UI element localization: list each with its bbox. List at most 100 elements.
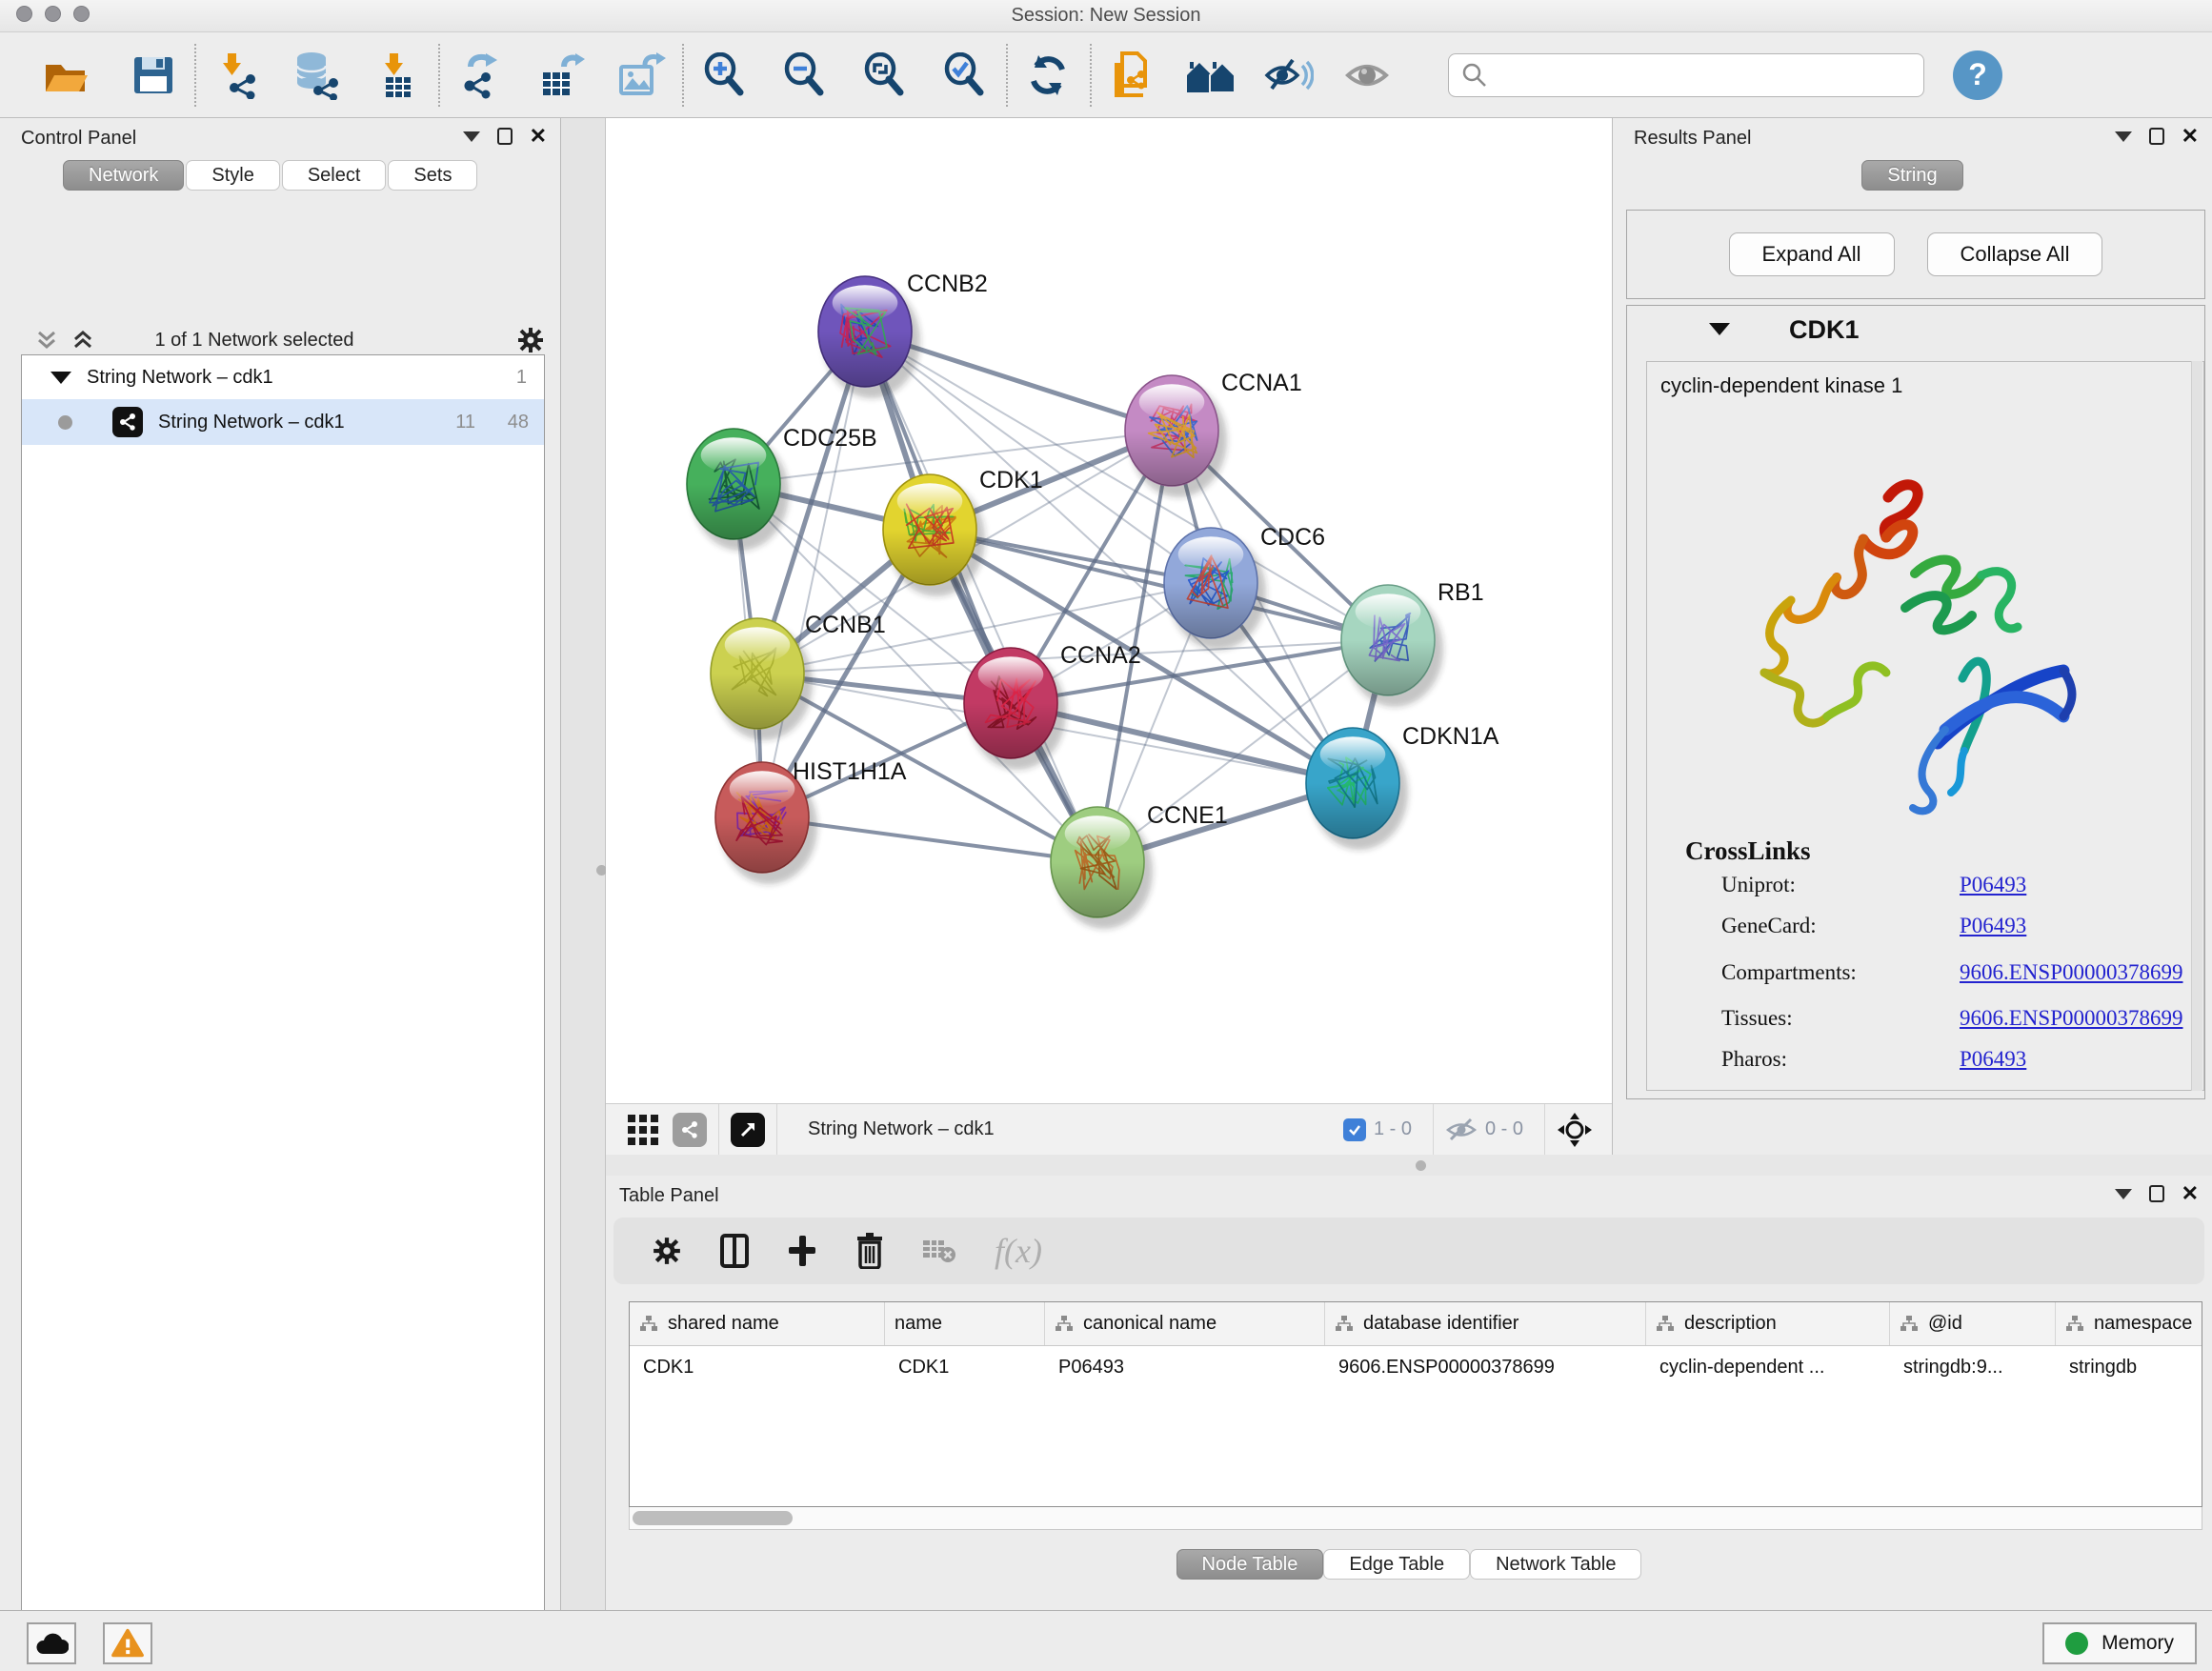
- gear-icon[interactable]: [516, 326, 545, 354]
- network-overview-icon[interactable]: [673, 1113, 707, 1147]
- column-header-description[interactable]: description: [1646, 1302, 1890, 1345]
- pan-crosshair-icon[interactable]: [1557, 1112, 1593, 1148]
- column-header-id[interactable]: @id: [1890, 1302, 2056, 1345]
- show-all-button[interactable]: [1339, 48, 1395, 103]
- network-node-CCNB1[interactable]: CCNB1: [711, 612, 886, 740]
- crosslink-value-link[interactable]: 9606.ENSP00000378699: [1960, 1006, 2183, 1031]
- network-node-CCNE1[interactable]: CCNE1: [1051, 802, 1228, 929]
- show-columns-icon[interactable]: [720, 1234, 749, 1268]
- tab-edge-table[interactable]: Edge Table: [1323, 1549, 1470, 1580]
- crosslink-value-link[interactable]: P06493: [1960, 873, 2026, 897]
- string-settings-button[interactable]: [1183, 48, 1238, 103]
- tab-string[interactable]: String: [1861, 160, 1962, 191]
- protein-section-header[interactable]: CDK1: [1627, 306, 2204, 355]
- column-header-namespace[interactable]: namespace: [2056, 1302, 2202, 1345]
- delete-column-trash-icon[interactable]: [855, 1233, 884, 1269]
- table-cell[interactable]: stringdb: [2056, 1346, 2202, 1388]
- float-panel-icon[interactable]: [2149, 128, 2164, 145]
- toolbar-separator: [438, 44, 440, 107]
- zoom-out-button[interactable]: [777, 48, 833, 103]
- network-node-RB1[interactable]: RB1: [1341, 579, 1484, 707]
- table-hscrollbar[interactable]: [629, 1507, 2202, 1530]
- tab-node-table[interactable]: Node Table: [1176, 1549, 1324, 1580]
- close-panel-icon[interactable]: ✕: [2182, 1185, 2199, 1202]
- tab-style[interactable]: Style: [186, 160, 279, 191]
- zoom-selected-button[interactable]: [937, 48, 993, 103]
- panel-menu-icon[interactable]: [2115, 131, 2132, 142]
- cloud-status-button[interactable]: [27, 1622, 76, 1664]
- crosslink-value-link[interactable]: P06493: [1960, 914, 2026, 938]
- network-node-HIST1H1A[interactable]: HIST1H1A: [715, 758, 907, 884]
- network-node-CDC6[interactable]: CDC6: [1164, 524, 1325, 650]
- table-cell[interactable]: CDK1: [885, 1346, 1045, 1388]
- network-node-CDKN1A[interactable]: CDKN1A: [1306, 723, 1499, 850]
- export-image-button[interactable]: [613, 48, 669, 103]
- zoom-in-button[interactable]: [697, 48, 753, 103]
- splitter-handle[interactable]: [1416, 1160, 1426, 1171]
- tab-select[interactable]: Select: [282, 160, 387, 191]
- tab-network[interactable]: Network: [63, 160, 184, 191]
- copy-network-button[interactable]: [1105, 48, 1160, 103]
- scrollbar-thumb[interactable]: [633, 1511, 793, 1525]
- save-session-button[interactable]: [126, 48, 181, 103]
- table-cell[interactable]: cyclin-dependent ...: [1646, 1346, 1890, 1388]
- network-node-CDK1[interactable]: CDK1: [883, 467, 1043, 596]
- import-table-button[interactable]: [370, 48, 425, 103]
- crosslink-value-link[interactable]: P06493: [1960, 1047, 2026, 1072]
- column-header-shared-name[interactable]: shared name: [630, 1302, 885, 1345]
- grid-view-icon[interactable]: [627, 1114, 659, 1146]
- float-panel-icon[interactable]: [2149, 1185, 2164, 1202]
- fit-content-button[interactable]: [857, 48, 913, 103]
- network-collection-row[interactable]: String Network – cdk1 1: [22, 355, 544, 399]
- collapse-triangle-icon[interactable]: [1709, 323, 1730, 335]
- open-session-button[interactable]: [38, 48, 93, 103]
- column-header-name[interactable]: name: [885, 1302, 1045, 1345]
- close-panel-icon[interactable]: ✕: [2182, 128, 2199, 145]
- main-toolbar: ?: [0, 32, 2212, 118]
- table-cell[interactable]: 9606.ENSP00000378699: [1325, 1346, 1646, 1388]
- float-panel-icon[interactable]: [497, 128, 513, 145]
- horizontal-splitter[interactable]: [606, 1155, 2212, 1176]
- help-button[interactable]: ?: [1953, 50, 2002, 100]
- tab-network-table[interactable]: Network Table: [1470, 1549, 1641, 1580]
- network-row-selected[interactable]: String Network – cdk1 11 48: [22, 399, 544, 445]
- network-node-CDC25B[interactable]: CDC25B: [687, 425, 877, 551]
- column-header-canonical-name[interactable]: canonical name: [1045, 1302, 1325, 1345]
- table-cell[interactable]: CDK1: [630, 1346, 885, 1388]
- panel-menu-icon[interactable]: [2115, 1189, 2132, 1199]
- vertical-splitter[interactable]: [560, 118, 606, 1610]
- crosslink-value-link[interactable]: 9606.ENSP00000378699: [1960, 960, 2183, 985]
- table-cell[interactable]: P06493: [1045, 1346, 1325, 1388]
- close-panel-icon[interactable]: ✕: [530, 128, 547, 145]
- toolbar-separator: [194, 44, 196, 107]
- title-bar: Session: New Session: [0, 0, 2212, 32]
- collapse-all-button[interactable]: Collapse All: [1927, 232, 2103, 276]
- selected-checkbox[interactable]: [1343, 1118, 1366, 1141]
- network-node-CCNA2[interactable]: CCNA2: [964, 642, 1141, 770]
- warnings-button[interactable]: [103, 1622, 152, 1664]
- column-header-database-identifier[interactable]: database identifier: [1325, 1302, 1646, 1345]
- table-settings-gear-icon[interactable]: [652, 1236, 682, 1266]
- expand-all-button[interactable]: Expand All: [1729, 232, 1895, 276]
- import-network-icon: [213, 51, 261, 99]
- tab-sets[interactable]: Sets: [388, 160, 477, 191]
- table-cell[interactable]: stringdb:9...: [1890, 1346, 2056, 1388]
- export-table-button[interactable]: [533, 48, 589, 103]
- network-canvas[interactable]: CCNB2 CCNA1 CDC25BCDK1 CDC6RB1 CCNB1 CCNA2 CDK…: [606, 118, 1612, 1103]
- add-column-icon[interactable]: [787, 1234, 817, 1268]
- search-input[interactable]: [1448, 53, 1924, 97]
- export-network-button[interactable]: [453, 48, 509, 103]
- memory-button[interactable]: Memory: [2042, 1622, 2197, 1664]
- import-network-database-button[interactable]: [290, 48, 345, 103]
- table-row[interactable]: CDK1CDK1P064939606.ENSP00000378699cyclin…: [630, 1346, 2202, 1388]
- collapse-triangle-icon[interactable]: [50, 372, 71, 384]
- detach-view-icon[interactable]: [731, 1113, 765, 1147]
- network-node-CCNB2[interactable]: CCNB2: [818, 271, 988, 398]
- apply-layout-button[interactable]: [1021, 48, 1076, 103]
- node-label: CDC25B: [783, 425, 877, 452]
- import-network-file-button[interactable]: [210, 48, 265, 103]
- results-scrollbar[interactable]: [2191, 361, 2202, 1091]
- hide-selected-button[interactable]: [1261, 48, 1317, 103]
- panel-menu-icon[interactable]: [463, 131, 480, 142]
- network-node-CCNA1[interactable]: CCNA1: [1125, 370, 1302, 497]
